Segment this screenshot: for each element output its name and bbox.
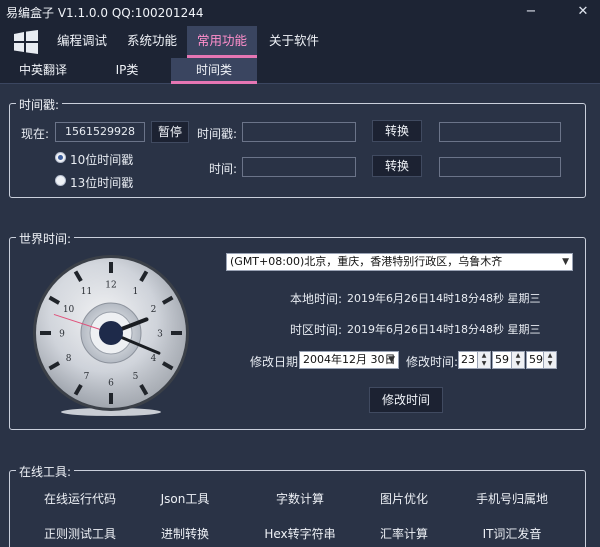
hour-spinner[interactable]: ▲ ▼ (477, 351, 491, 369)
tool-word-count[interactable]: 字数计算 (245, 490, 355, 507)
clock-number: 3 (157, 330, 163, 340)
timezone-dropdown[interactable]: (GMT+08:00)北京，重庆，香港特别行政区，乌鲁木齐 ▼ (226, 253, 573, 271)
clock-number: 1 (133, 287, 139, 297)
title-bar: 易编盒子 V1.1.0.0 QQ:100201244 − ✕ (0, 0, 600, 26)
timezone-value: (GMT+08:00)北京，重庆，香港特别行政区，乌鲁木齐 (230, 255, 503, 268)
date-value: 2004年12月 30日 (303, 353, 396, 366)
hour-value: 23 (461, 353, 475, 366)
second-field[interactable]: 59 (526, 351, 544, 369)
convert-to-timestamp-button[interactable]: 转换 (372, 155, 422, 177)
minimize-button[interactable]: − (522, 3, 540, 21)
local-time-label: 本地时间: (290, 292, 343, 306)
menu-system-functions[interactable]: 系统功能 (120, 26, 184, 58)
tool-json[interactable]: Json工具 (130, 490, 240, 507)
clock-number: 12 (105, 281, 116, 291)
tool-phone-location[interactable]: 手机号归属地 (457, 490, 567, 507)
menu-about-software[interactable]: 关于软件 (262, 26, 326, 58)
tool-image-optimize[interactable]: 图片优化 (349, 490, 459, 507)
now-label: 现在: (21, 127, 50, 141)
tab-ip[interactable]: IP类 (92, 58, 162, 84)
clock-number: 6 (108, 379, 114, 389)
clock-number: 11 (81, 287, 92, 297)
tool-hex-to-string[interactable]: Hex转字符串 (245, 525, 355, 542)
tab-time[interactable]: 时间类 (171, 58, 257, 84)
clock-number: 10 (63, 305, 75, 315)
converted-time-output[interactable] (439, 122, 561, 142)
online-tools-group-title: 在线工具: (16, 463, 75, 480)
minute-spinner[interactable]: ▲ ▼ (511, 351, 525, 369)
clock-center-cap (99, 321, 123, 345)
tab-bar: 中英翻译 IP类 时间类 (0, 58, 600, 84)
time-input-label: 时间: (209, 162, 238, 176)
tool-it-pronunciation[interactable]: IT词汇发音 (457, 525, 567, 542)
minute-value: 59 (495, 353, 509, 366)
second-spinner[interactable]: ▲ ▼ (543, 351, 557, 369)
modify-time-label: 修改时间: (406, 355, 459, 369)
hour-field[interactable]: 23 (458, 351, 478, 369)
radio-13-digit[interactable] (55, 175, 66, 186)
radio-13-digit-label: 13位时间戳 (70, 176, 134, 190)
pause-button[interactable]: 暂停 (151, 121, 189, 143)
menu-common-functions[interactable]: 常用功能 (187, 26, 257, 58)
convert-to-time-button[interactable]: 转换 (372, 120, 422, 142)
window-title: 易编盒子 V1.1.0.0 QQ:100201244 (6, 6, 204, 20)
analog-clock: 121234567891011 (33, 255, 189, 416)
radio-10-digit-label: 10位时间戳 (70, 153, 134, 167)
windows-logo-icon (14, 30, 38, 54)
tab-translation[interactable]: 中英翻译 (8, 58, 78, 84)
tool-regex-test[interactable]: 正则测试工具 (25, 525, 135, 542)
tool-run-code[interactable]: 在线运行代码 (25, 490, 135, 507)
tool-base-convert[interactable]: 进制转换 (130, 525, 240, 542)
zone-time-label: 时区时间: (290, 323, 343, 337)
close-button[interactable]: ✕ (574, 3, 592, 21)
calendar-dropdown-icon: ▼ (388, 355, 395, 365)
minute-field[interactable]: 59 (492, 351, 512, 369)
local-time-value: 2019年6月26日14时18分48秒 星期三 (347, 292, 541, 305)
tool-exchange-rate[interactable]: 汇率计算 (349, 525, 459, 542)
converted-timestamp-output[interactable] (439, 157, 561, 177)
menu-programming-debug[interactable]: 编程调试 (50, 26, 114, 58)
chevron-down-icon: ▼ (562, 257, 569, 267)
date-picker[interactable]: 2004年12月 30日 ▼ (299, 351, 399, 369)
clock-number: 9 (59, 330, 65, 340)
clock-number: 8 (66, 354, 72, 364)
clock-number: 4 (151, 354, 157, 364)
timestamp-input-label: 时间戳: (197, 127, 238, 141)
modify-time-button[interactable]: 修改时间 (369, 387, 443, 413)
menu-bar: 编程调试 系统功能 常用功能 关于软件 (0, 26, 600, 58)
time-input[interactable] (242, 157, 356, 177)
world-time-group-title: 世界时间: (16, 230, 75, 247)
timestamp-input[interactable] (242, 122, 356, 142)
second-value: 59 (529, 353, 543, 366)
current-timestamp-field[interactable]: 1561529928 (55, 122, 145, 142)
clock-number: 7 (84, 372, 90, 382)
clock-number: 5 (133, 372, 139, 382)
clock-number: 2 (151, 305, 157, 315)
zone-time-value: 2019年6月26日14时18分48秒 星期三 (347, 323, 541, 336)
timestamp-group-title: 时间戳: (16, 96, 63, 113)
radio-10-digit[interactable] (55, 152, 66, 163)
modify-date-label: 修改日期: (250, 355, 303, 369)
